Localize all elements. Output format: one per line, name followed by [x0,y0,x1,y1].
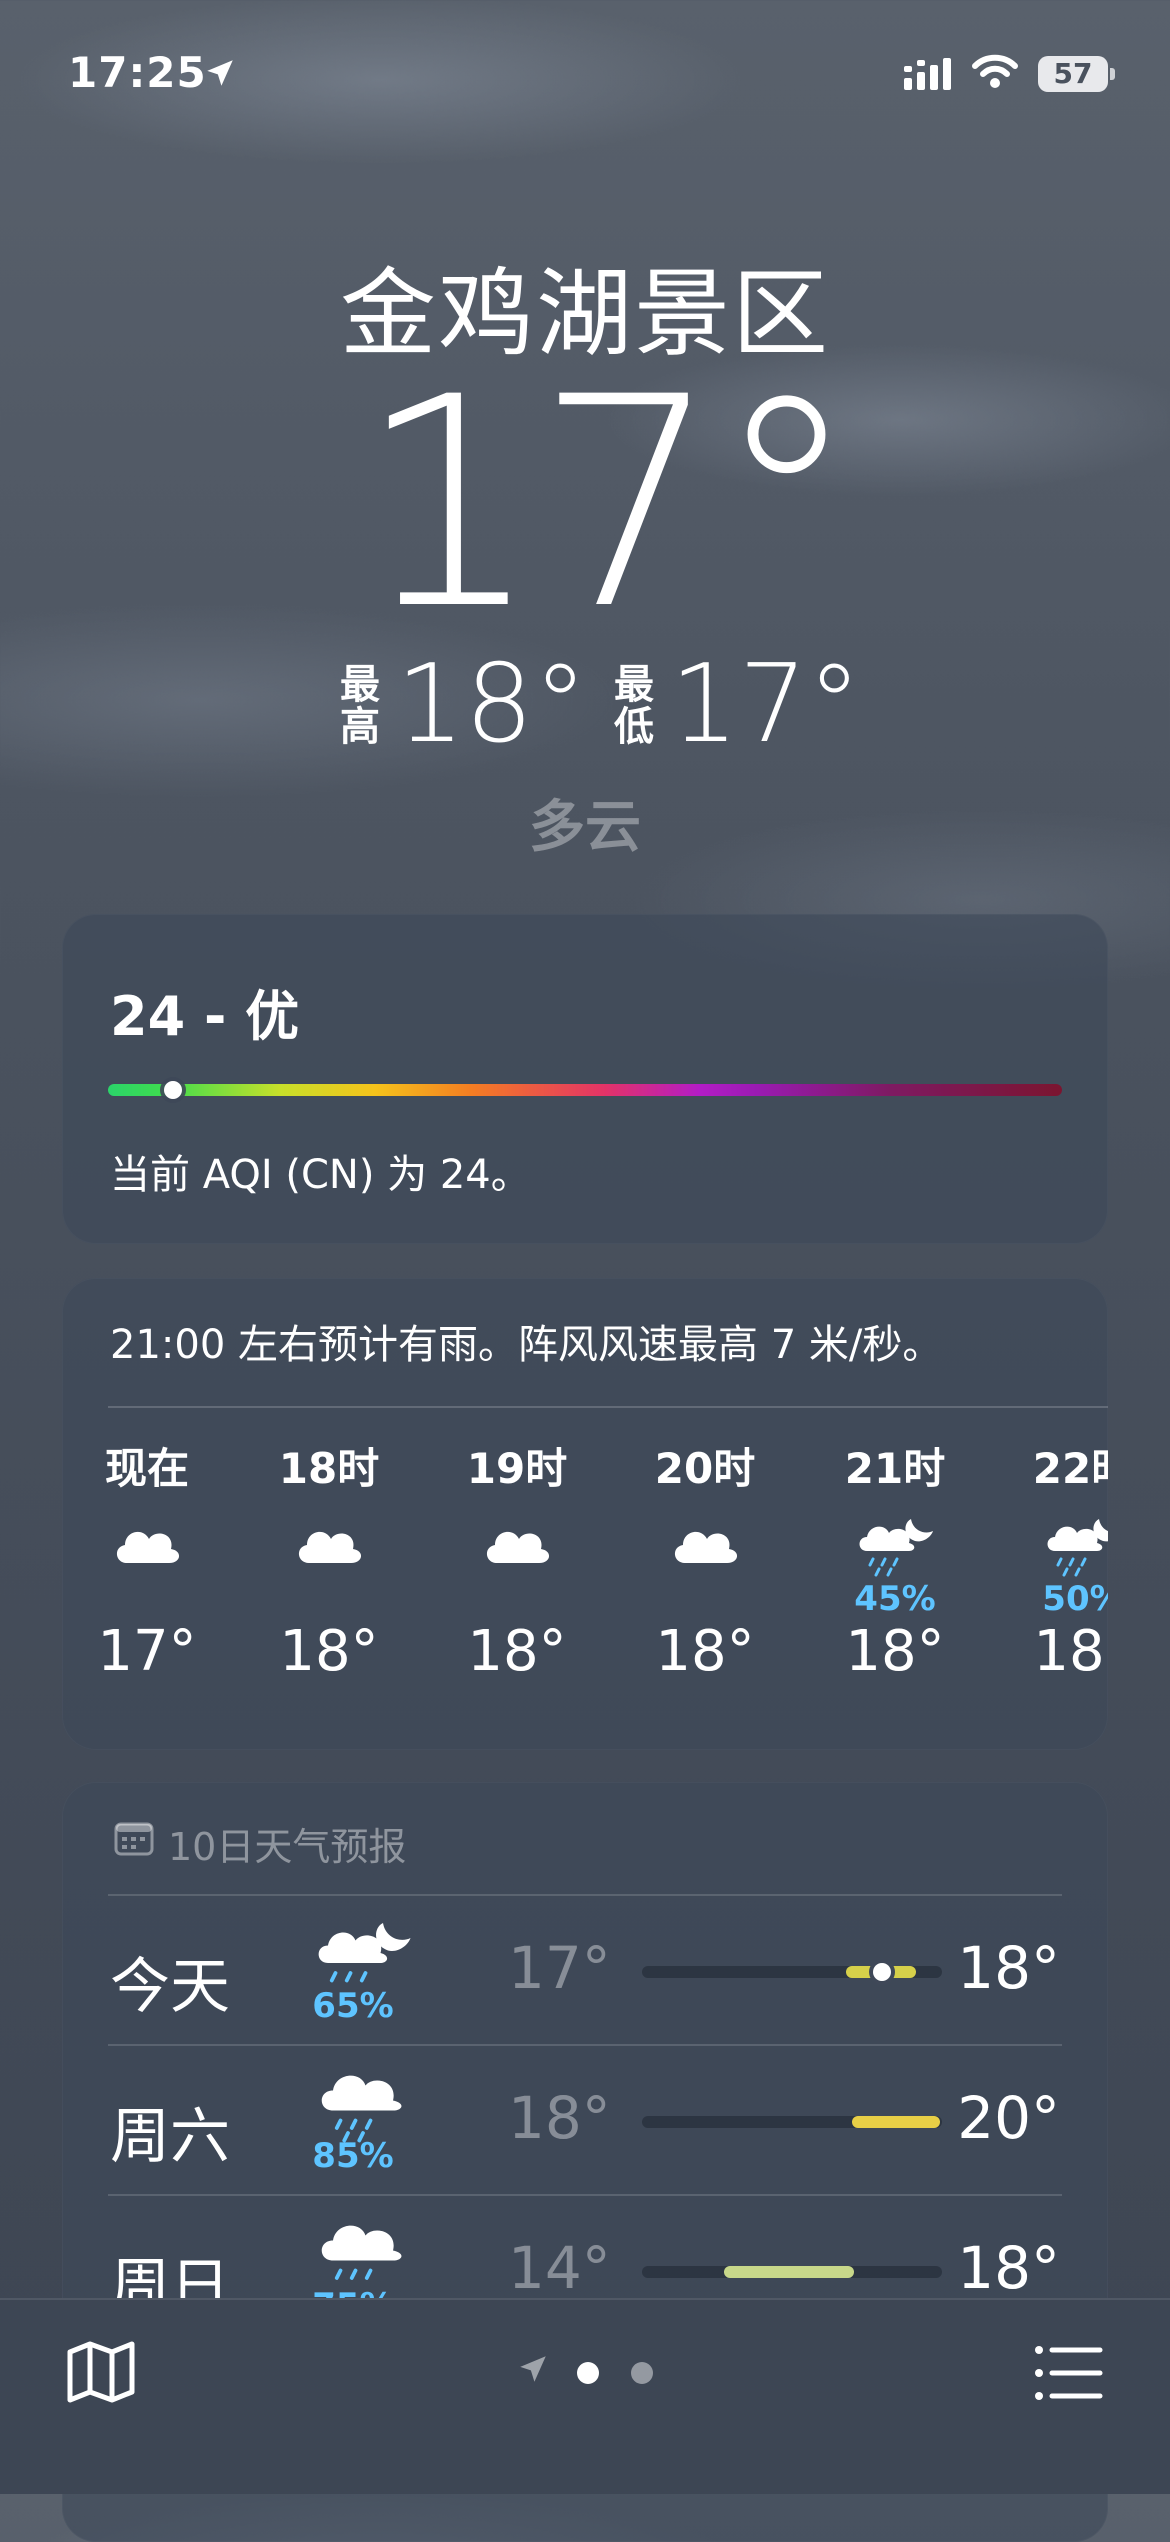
day-precip: 65% [312,1986,394,2026]
day-high: 18° [957,1934,1060,2002]
day-low: 14° [508,2234,611,2302]
daily-header: 10日天气预报 [168,1825,407,1869]
temp-range-bar [852,2116,940,2128]
row-divider [108,2044,1062,2046]
calendar-icon [114,1822,154,1856]
hour-item: 20时 18° [640,1443,770,1684]
map-icon[interactable] [66,2340,136,2404]
wifi-icon [972,54,1018,88]
cloud-icon [116,1531,180,1563]
cloud-icon [486,1531,550,1563]
row-divider [108,2194,1062,2196]
cloud-icon [674,1531,738,1563]
battery-icon: 57 [1038,56,1108,92]
location-arrow-icon [207,60,233,86]
hour-label: 22时 [1032,1444,1108,1493]
hour-temp: 18° [655,1619,755,1684]
hour-label: 现在 [104,1444,189,1493]
hour-item: 19时 18° [452,1443,582,1684]
high-low: 最高 18° 最低 17° [0,650,1170,760]
cloud-icon [298,1531,362,1563]
day-name: 今天 [110,1952,230,2022]
hour-label: 19时 [466,1444,568,1493]
hour-label: 21时 [844,1444,946,1493]
hour-precip: 45% [854,1579,936,1619]
high-label: 最高 [340,662,380,750]
hour-temp: 18° [1033,1619,1108,1684]
day-precip: 85% [312,2136,394,2176]
hourly-forecast-card[interactable]: 21:00 左右预计有雨。阵风风速最高 7 米/秒。 现在 17° 18时 18… [62,1278,1108,1750]
hour-temp: 18° [845,1619,945,1684]
hour-item: 18时 18° [264,1443,394,1684]
status-bar: 17:25 57 [0,48,1170,108]
bottom-toolbar [0,2298,1170,2494]
hour-item: 21时 45% 18° [830,1443,960,1684]
page-dot[interactable] [631,2362,653,2384]
hour-precip: 50% [1042,1579,1108,1619]
row-divider [108,1894,1062,1896]
battery-cap [1110,68,1115,80]
signal-icon [904,58,951,90]
aqi-scale-bar [108,1084,1062,1096]
current-temperature: 17° [356,336,859,673]
low-label: 最低 [614,662,654,750]
rain-moon-icon [1047,1519,1108,1577]
aqi-value: 24 - 优 [110,985,300,1048]
hour-label: 18时 [278,1444,380,1493]
aqi-indicator [164,1081,182,1099]
rain-moon-icon [859,1519,933,1577]
hour-temp: 17° [97,1619,197,1684]
day-row[interactable]: 今天 65% 17° 18° [108,1894,1062,2044]
current-temp-dot [873,1963,891,1981]
hour-label: 20时 [654,1444,756,1493]
day-row[interactable]: 周六 85% 18° 20° [108,2044,1062,2194]
status-time: 17:25 [68,48,207,97]
temp-range-bar [724,2266,854,2278]
day-low: 18° [508,2084,611,2152]
aqi-card[interactable]: 24 - 优 当前 AQI (CN) 为 24。 [62,914,1108,1244]
day-low: 17° [508,1934,611,2002]
hour-item: 22时 50% 18° [1018,1443,1108,1684]
location-arrow-icon[interactable] [516,2352,550,2386]
day-name: 周六 [110,2102,230,2172]
hour-temp: 18° [279,1619,379,1684]
aqi-description: 当前 AQI (CN) 为 24。 [110,1152,531,1198]
high-temp: 18° [396,642,588,767]
day-high: 18° [957,2234,1060,2302]
hour-item: 现在 17° [82,1443,212,1684]
hourly-divider [108,1406,1108,1408]
day-high: 20° [957,2084,1060,2152]
page-dot-active[interactable] [577,2362,599,2384]
list-icon[interactable] [1034,2344,1104,2402]
hourly-summary: 21:00 左右预计有雨。阵风风速最高 7 米/秒。 [110,1322,943,1368]
condition: 多云 [529,795,641,860]
low-temp: 17° [670,642,862,767]
hour-temp: 18° [467,1619,567,1684]
